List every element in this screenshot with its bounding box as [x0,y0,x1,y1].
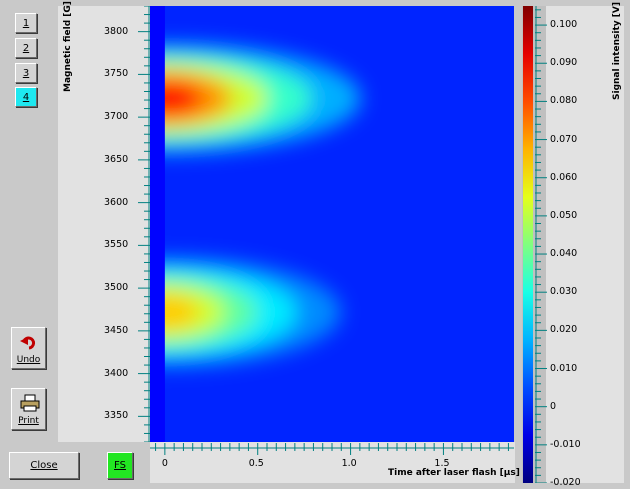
x-tick-label: 0 [161,458,168,469]
y-tick-label: 3550 [104,239,129,251]
colorbar-label: Signal intensity [V] [612,2,622,100]
print-button[interactable]: Print [11,388,46,430]
y-tick-label: 3800 [104,25,129,37]
y-tick-label: 3350 [104,410,129,422]
y-tick-label: 3400 [104,367,129,379]
close-button[interactable]: Close [9,452,79,479]
page-button-1[interactable]: 1 [15,13,37,33]
y-tick-label: 3500 [104,282,129,294]
y-axis-ticks [138,6,150,442]
page-button-3[interactable]: 3 [15,63,37,83]
colorbar-tick-label: 0 [550,400,557,412]
colorbar-axis-ticks [535,6,547,483]
colorbar-tick-label: 0.060 [550,171,578,183]
print-label: Print [18,416,39,426]
undo-label: Undo [16,355,41,365]
y-tick-label: 3650 [104,153,129,165]
y-tick-label: 3700 [104,111,129,123]
colorbar-tick-label: -0.020 [550,477,581,488]
printer-icon [20,394,40,412]
undo-button[interactable]: Undo [11,327,46,369]
fs-toggle-button[interactable]: FS [107,452,133,479]
colorbar-tick-label: 0.090 [550,57,578,69]
colorbar-tick-label: 0.020 [550,324,578,336]
app-window: 1 2 3 4 Undo Print Close FS Magnetic fie… [0,0,630,489]
page-button-2[interactable]: 2 [15,38,37,58]
y-tick-label: 3600 [104,196,129,208]
colorbar-tick-label: 0.010 [550,362,578,374]
y-tick-label: 3750 [104,68,129,80]
y-axis-label: Magnetic field [G] [63,1,73,92]
x-tick-label: 0.5 [248,458,264,469]
colorbar-tick-label: -0.010 [550,438,581,450]
colorbar-tick-label: 0.050 [550,209,578,221]
colorbar-tick-label: 0.100 [550,19,578,31]
page-button-4[interactable]: 4 [15,87,37,107]
undo-icon [20,336,36,350]
x-tick-label: 1.0 [341,458,357,469]
colorbar-tick-label: 0.080 [550,95,578,107]
colorbar-tick-label: 0.030 [550,286,578,298]
colorbar-tick-label: 0.070 [550,133,578,145]
y-tick-label: 3450 [104,324,129,336]
x-tick-label: 1.5 [434,458,450,469]
x-axis-ticks [150,443,514,455]
heatmap-plot [150,6,514,442]
colorbar-tick-label: 0.040 [550,248,578,260]
x-axis-label: Time after laser flash [μs] [388,468,520,478]
colorbar-gradient [523,6,533,483]
